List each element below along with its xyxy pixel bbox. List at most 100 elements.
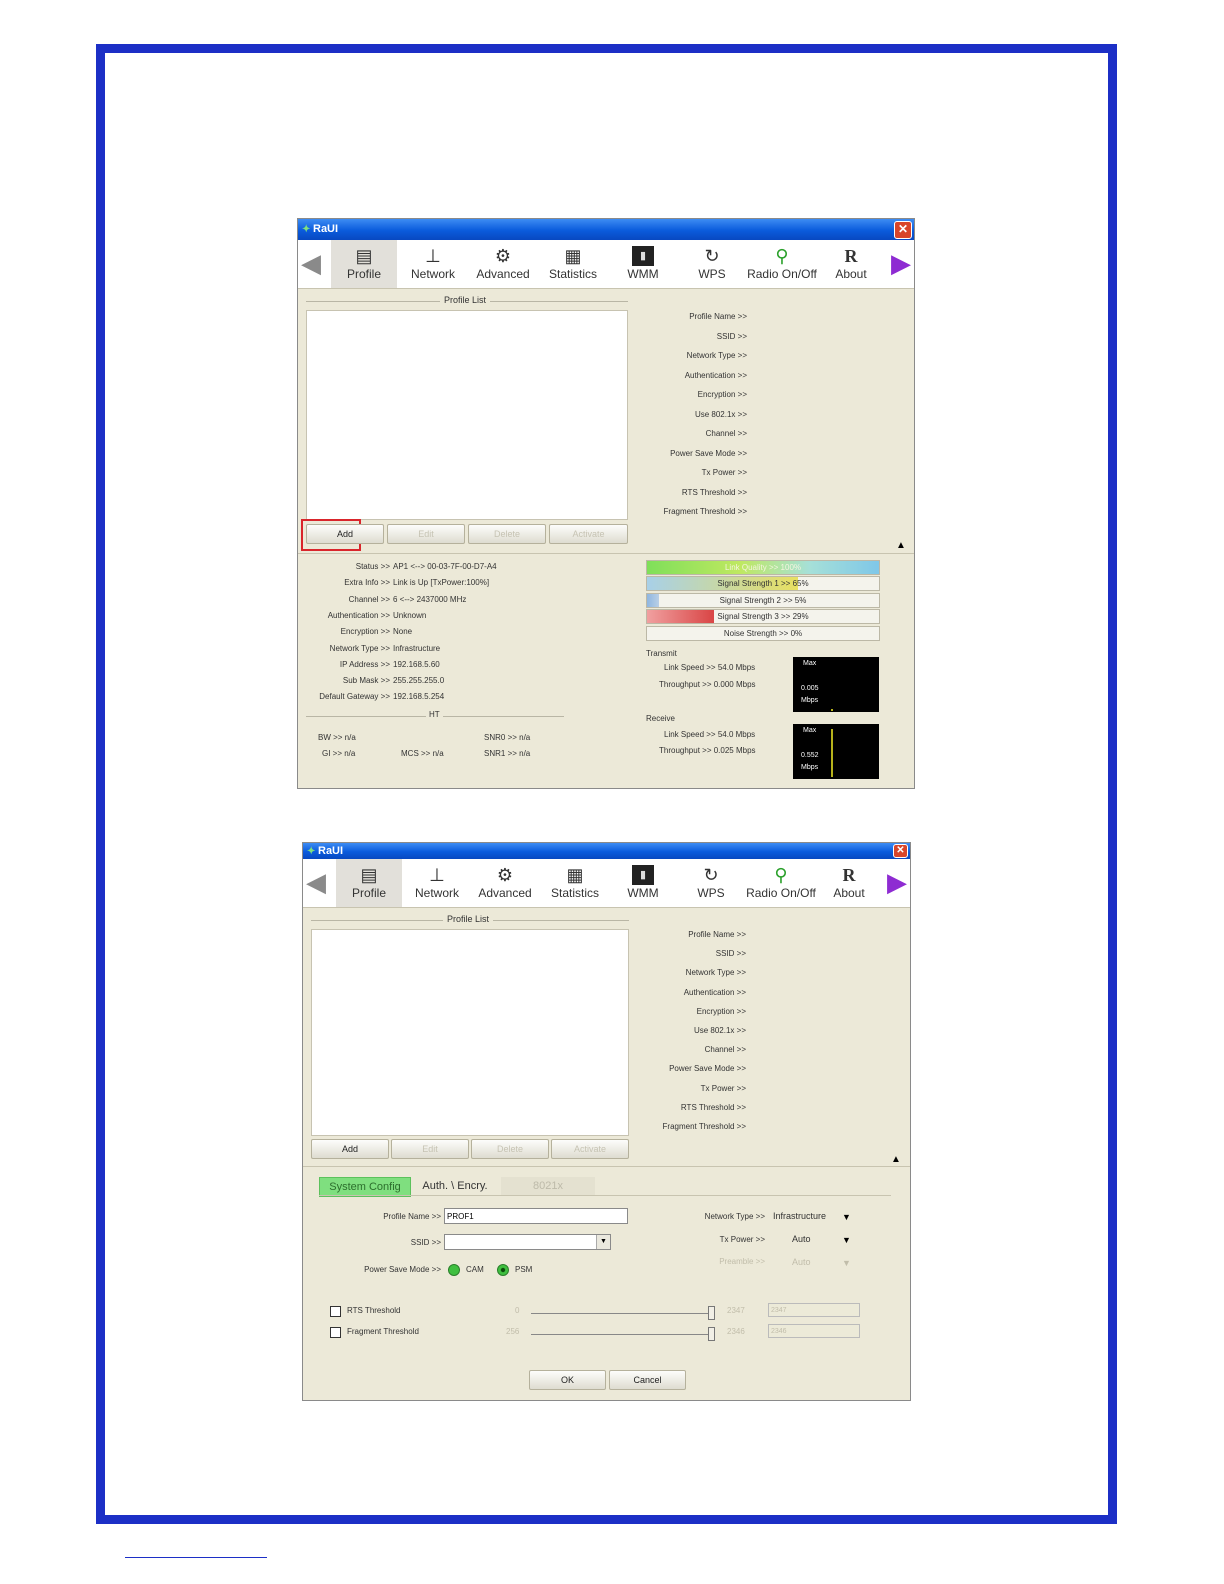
receive-title: Receive xyxy=(646,714,675,723)
profile-field-label: Fragment Threshold >> xyxy=(662,1122,746,1131)
toolbar-radio-onoff[interactable]: ⚲ Radio On/Off xyxy=(744,240,820,288)
profile-field-label: Encryption >> xyxy=(696,1006,746,1016)
profile-listbox[interactable] xyxy=(311,929,629,1136)
wps-icon: ↻ xyxy=(704,246,720,266)
divider xyxy=(298,553,914,554)
toolbar-profile[interactable]: ▤ Profile xyxy=(331,240,397,288)
toolbar: ◀ ▤ Profile ⊥ Network ⚙ Advanced ▦ Stati… xyxy=(303,859,910,908)
fragment-threshold-checkbox[interactable] xyxy=(330,1327,341,1338)
status-value: AP1 <--> 00-03-7F-00-D7-A4 xyxy=(393,562,497,571)
edit-button[interactable]: Edit xyxy=(391,1139,469,1159)
toolbar-label: About xyxy=(833,886,865,900)
toolbar-network[interactable]: ⊥ Network xyxy=(401,240,465,288)
signal-meter-text: Link Quality >> 100% xyxy=(724,563,802,572)
close-button[interactable]: ✕ xyxy=(894,221,912,239)
toolbar-about[interactable]: R About xyxy=(828,240,874,288)
toolbar-label: Statistics xyxy=(550,886,599,900)
ht-bw: BW >> n/a xyxy=(318,733,356,742)
graph-unit: Mbps xyxy=(801,764,819,771)
status-row: Authentication >> Unknown xyxy=(304,611,427,620)
chevron-down-icon[interactable]: ▼ xyxy=(842,1258,851,1268)
fragment-value-input[interactable]: 2346 xyxy=(768,1324,860,1338)
toolbar-profile[interactable]: ▤ Profile xyxy=(336,859,402,907)
status-row: IP Address >> 192.168.5.60 xyxy=(304,660,440,669)
toolbar-label: WMM xyxy=(627,886,659,900)
forward-arrow-icon[interactable]: ▶ xyxy=(887,869,907,895)
profile-name-label: Profile Name >> xyxy=(383,1212,441,1221)
close-button[interactable]: ✕ xyxy=(893,844,908,858)
status-value: Link is Up [TxPower:100%] xyxy=(393,578,490,588)
tab-auth-encry[interactable]: Auth. \ Encry. xyxy=(411,1177,499,1195)
ssid-dropdown[interactable]: ▼ xyxy=(444,1234,611,1250)
graph-value: 0.005 xyxy=(801,685,819,692)
preamble-value[interactable]: Auto xyxy=(792,1257,811,1267)
chevron-down-icon[interactable]: ▼ xyxy=(596,1235,610,1249)
rts-value-input[interactable]: 2347 xyxy=(768,1303,860,1317)
toolbar-statistics[interactable]: ▦ Statistics xyxy=(543,859,607,907)
fragment-slider-thumb[interactable] xyxy=(708,1327,715,1341)
tab-system-config[interactable]: System Config xyxy=(319,1177,411,1197)
status-value: 6 <--> 2437000 MHz xyxy=(393,594,467,604)
ok-button[interactable]: OK xyxy=(529,1370,606,1390)
transmit-link-speed: Link Speed >> 54.0 Mbps xyxy=(664,663,756,672)
power-save-mode-label: Power Save Mode >> xyxy=(364,1265,441,1274)
add-button[interactable]: Add xyxy=(311,1139,389,1159)
rts-threshold-checkbox[interactable] xyxy=(330,1306,341,1317)
rts-slider[interactable] xyxy=(531,1313,711,1314)
tx-power-label: Tx Power >> xyxy=(719,1235,765,1244)
graph-unit: Mbps xyxy=(801,697,819,704)
profile-field-label: Use 802.1x >> xyxy=(693,1026,746,1035)
psm-radio[interactable] xyxy=(497,1264,509,1276)
cancel-button[interactable]: Cancel xyxy=(609,1370,686,1390)
tx-power-value[interactable]: Auto xyxy=(792,1234,811,1244)
back-arrow-icon[interactable]: ◀ xyxy=(306,869,326,895)
toolbar-network[interactable]: ⊥ Network xyxy=(405,859,469,907)
profile-listbox[interactable] xyxy=(306,310,628,520)
profile-field-label: Channel >> xyxy=(705,429,747,438)
toolbar-wmm[interactable]: ▮ WMM xyxy=(618,859,668,907)
chevron-down-icon[interactable]: ▼ xyxy=(842,1235,851,1245)
profile-name-input[interactable]: PROF1 xyxy=(444,1208,628,1224)
rts-min-label: 0 xyxy=(515,1306,520,1315)
collapse-arrow-icon[interactable]: ▲ xyxy=(896,540,906,551)
back-arrow-icon[interactable]: ◀ xyxy=(301,250,321,276)
status-row: Default Gateway >> 192.168.5.254 xyxy=(304,692,444,701)
rts-slider-thumb[interactable] xyxy=(708,1306,715,1320)
status-value: 192.168.5.60 xyxy=(393,659,440,669)
toolbar-wmm[interactable]: ▮ WMM xyxy=(618,240,668,288)
activate-button[interactable]: Activate xyxy=(551,1139,629,1159)
wmm-icon: ▮ xyxy=(632,246,654,266)
receive-graph-bar xyxy=(831,729,833,777)
network-icon: ⊥ xyxy=(425,246,441,266)
toolbar-wps[interactable]: ↻ WPS xyxy=(688,240,736,288)
toolbar-advanced[interactable]: ⚙ Advanced xyxy=(471,240,535,288)
toolbar-advanced[interactable]: ⚙ Advanced xyxy=(473,859,537,907)
cam-radio[interactable] xyxy=(448,1264,460,1276)
status-label: Channel >> xyxy=(348,594,390,604)
psm-label: PSM xyxy=(515,1265,533,1274)
fragment-slider[interactable] xyxy=(531,1334,711,1335)
profile-field-label: Power Save Mode >> xyxy=(670,448,747,458)
status-value: None xyxy=(393,627,413,637)
tab-8021x[interactable]: 8021x xyxy=(501,1177,595,1195)
statistics-icon: ▦ xyxy=(564,246,582,266)
toolbar-radio-onoff[interactable]: ⚲ Radio On/Off xyxy=(743,859,819,907)
toolbar-about[interactable]: R About xyxy=(826,859,872,907)
forward-arrow-icon[interactable]: ▶ xyxy=(891,250,911,276)
profile-field-label: Tx Power >> xyxy=(701,468,747,477)
add-button[interactable]: Add xyxy=(306,524,384,544)
collapse-arrow-icon[interactable]: ▲ xyxy=(891,1154,901,1165)
delete-button[interactable]: Delete xyxy=(468,524,546,544)
edit-button[interactable]: Edit xyxy=(387,524,465,544)
network-type-value[interactable]: Infrastructure xyxy=(773,1211,826,1221)
chevron-down-icon[interactable]: ▼ xyxy=(842,1212,851,1222)
status-row: Network Type >> Infrastructure xyxy=(304,644,440,653)
status-value: 192.168.5.254 xyxy=(393,692,445,702)
profile-field-label: RTS Threshold >> xyxy=(680,1102,746,1112)
transmit-graph-bar xyxy=(831,709,833,711)
delete-button[interactable]: Delete xyxy=(471,1139,549,1159)
toolbar-statistics[interactable]: ▦ Statistics xyxy=(541,240,605,288)
app-icon: ✦ xyxy=(302,224,311,235)
toolbar-wps[interactable]: ↻ WPS xyxy=(687,859,735,907)
activate-button[interactable]: Activate xyxy=(549,524,628,544)
